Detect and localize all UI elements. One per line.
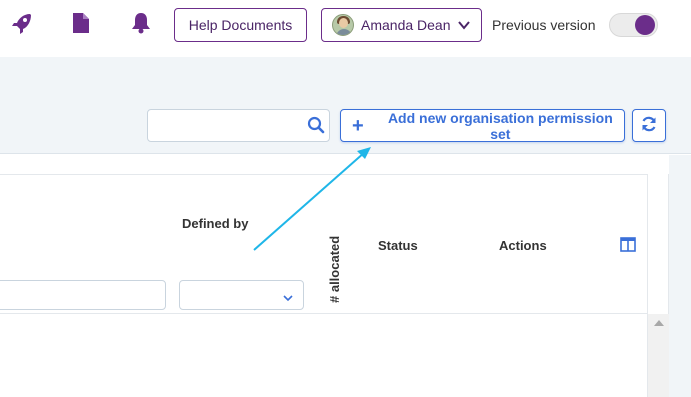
add-permission-set-button[interactable]: + Add new organisation permission set [340,109,625,142]
header-divider [0,313,648,314]
rocket-icon[interactable] [10,10,34,36]
bell-icon[interactable] [129,10,153,36]
user-name: Amanda Dean [361,17,451,33]
scrollbar-track[interactable] [648,314,669,397]
plus-icon: + [352,114,364,137]
help-documents-button[interactable]: Help Documents [174,8,307,42]
column-header-status[interactable]: Status [378,238,418,253]
toggle-knob [635,15,655,35]
chevron-down-icon [457,18,471,35]
refresh-button[interactable] [632,109,666,142]
scroll-up-icon[interactable] [654,320,664,326]
chevron-down-icon [282,290,294,308]
column-header-allocated[interactable]: # allocated [327,233,342,303]
previous-version-toggle[interactable] [609,13,658,37]
search-box[interactable] [147,109,330,142]
user-menu-button[interactable]: Amanda Dean [321,8,482,42]
name-filter-input[interactable] [0,280,166,310]
column-header-defined-by[interactable]: Defined by [182,216,248,231]
search-input[interactable] [148,110,303,141]
column-header-actions: Actions [499,238,547,253]
avatar [332,14,354,36]
page-margin [669,155,691,397]
top-navbar: Help Documents Amanda Dean Previous vers… [0,0,691,50]
column-chooser-icon[interactable] [620,237,636,257]
add-permission-set-label: Add new organisation permission set [387,109,613,142]
document-icon[interactable] [69,10,93,36]
refresh-icon [640,115,658,136]
defined-by-filter-select[interactable] [179,280,304,310]
previous-version-label: Previous version [492,17,596,33]
search-icon[interactable] [307,116,325,139]
